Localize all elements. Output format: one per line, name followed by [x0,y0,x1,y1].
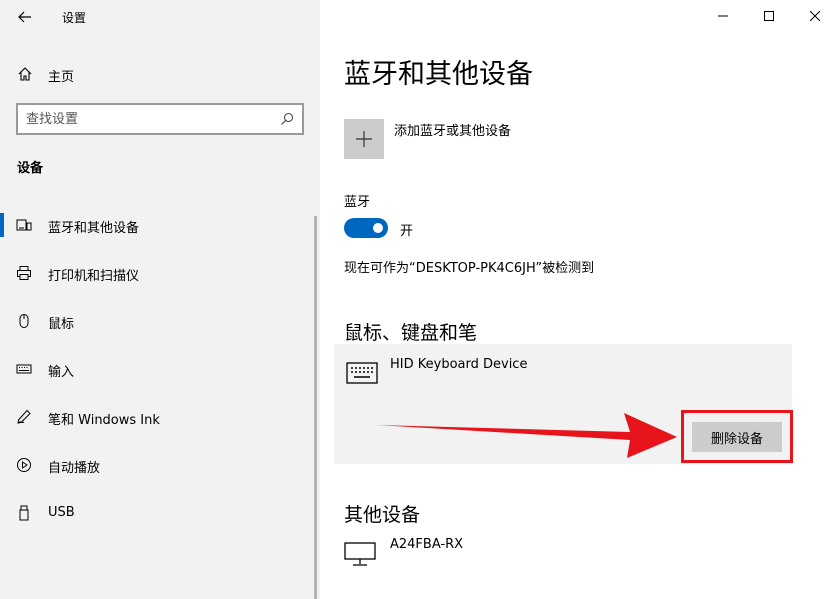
printer-icon [17,266,31,280]
sidebar-item-label: 鼠标 [48,317,75,332]
keyboard-icon [346,362,378,384]
mouse-icon [19,314,29,328]
sidebar-scrollbar[interactable] [314,216,317,599]
sidebar-item-label: 笔和 Windows Ink [48,413,160,428]
sidebar: 设置 主页 设备 蓝牙和其他设备 打印机和扫描仪 鼠标 输入 笔和 Window [0,0,320,599]
sidebar-item-autoplay[interactable]: 自动播放 [0,448,320,482]
sidebar-item-typing[interactable]: 输入 [0,352,320,386]
sidebar-item-label: 输入 [48,365,75,380]
add-device-label[interactable]: 添加蓝牙或其他设备 [394,120,511,139]
bluetooth-devices-icon [16,219,32,231]
usb-icon [19,505,29,521]
sidebar-item-usb[interactable]: USB [0,496,320,530]
section-title: 设备 [17,161,44,176]
sidebar-item-printers[interactable]: 打印机和扫描仪 [0,256,320,290]
sidebar-item-bluetooth[interactable]: 蓝牙和其他设备 [0,208,320,242]
app-title: 设置 [62,11,87,25]
maximize-icon [764,11,774,21]
home-nav-item[interactable]: 主页 [0,58,320,90]
keyboard-icon [16,364,32,374]
back-button[interactable] [12,4,38,30]
sidebar-item-label: 打印机和扫描仪 [48,269,140,284]
close-icon [810,11,820,21]
minimize-button[interactable] [700,0,746,32]
maximize-button[interactable] [746,0,792,32]
page-title: 蓝牙和其他设备 [344,59,533,90]
autoplay-icon [17,458,31,472]
search-input[interactable] [26,110,266,128]
search-box[interactable] [16,103,304,135]
other-devices-heading: 其他设备 [344,504,421,526]
pen-icon [17,409,31,424]
device-name: HID Keyboard Device [390,357,528,372]
sidebar-item-label: USB [48,505,75,520]
home-label: 主页 [48,70,75,85]
bluetooth-label: 蓝牙 [344,195,371,210]
title-bar: 设置 [0,0,320,34]
search-icon[interactable] [280,112,294,126]
input-devices-heading: 鼠标、键盘和笔 [344,322,478,344]
back-arrow-icon [18,11,31,23]
bluetooth-toggle[interactable] [344,218,388,238]
active-indicator [0,213,4,237]
sidebar-item-label: 自动播放 [48,461,101,476]
monitor-icon [344,542,376,566]
annotation-highlight-box [681,410,793,463]
plus-icon [356,131,372,147]
discoverable-text: 现在可作为“DESKTOP-PK4C6JH”被检测到 [344,261,595,276]
minimize-icon [718,15,728,17]
annotation-arrow [376,413,677,458]
close-button[interactable] [792,0,838,32]
toggle-knob [373,223,383,233]
bluetooth-state: 开 [400,224,414,239]
sidebar-item-mouse[interactable]: 鼠标 [0,304,320,338]
sidebar-item-label: 蓝牙和其他设备 [48,221,140,236]
sidebar-item-pen[interactable]: 笔和 Windows Ink [0,400,320,434]
other-device-name[interactable]: A24FBA-RX [390,537,463,552]
add-device-button[interactable] [344,119,384,159]
home-icon [18,67,32,81]
